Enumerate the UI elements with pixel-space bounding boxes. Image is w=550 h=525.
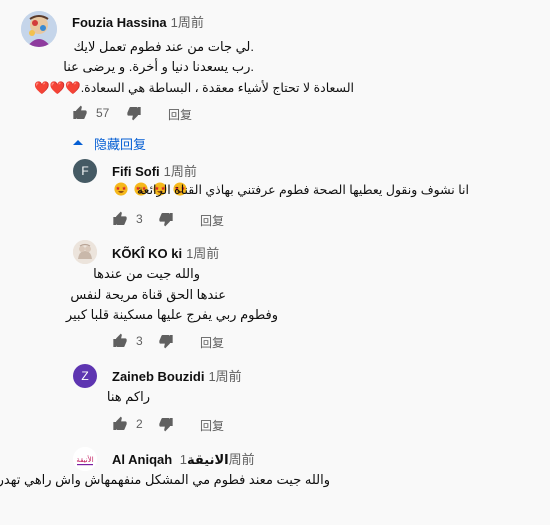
thumb-down-icon[interactable] (158, 333, 174, 349)
comment-text-line: والله جيت معند فطوم مي المشكل منفهمهاش و… (0, 472, 330, 487)
author-name[interactable]: Zaineb Bouzidi (112, 369, 204, 384)
comment-header: KÕKÎ KO ki 1周前 (112, 243, 219, 262)
comment-text-line: والله جيت من عندها (93, 266, 200, 281)
avatar-image (21, 11, 57, 47)
comment-time[interactable]: 1周前 (208, 369, 241, 384)
author-name[interactable]: Fifi Sofi (112, 164, 160, 179)
avatar-letter: Z (81, 369, 89, 383)
comment-header: Zaineb Bouzidi 1周前 (112, 366, 242, 385)
comment-actions: 2 回复 (112, 415, 312, 435)
avatar-logo-text: الأنيقة (76, 455, 93, 464)
avatar[interactable]: Z (73, 364, 97, 388)
comments-section: Fouzia Hassina 1周前 .لي جات من عند فطوم تع… (0, 0, 550, 525)
comment-header: Al Aniqah الانيقة1周前 (112, 449, 255, 468)
comment-text-line: انا نشوف ونقول يعطيها الصحة فطوم عرفتني … (136, 183, 469, 197)
comment-header: Fouzia Hassina 1周前 (72, 12, 204, 31)
avatar-logo: الأنيقة (73, 447, 97, 471)
avatar[interactable]: F (73, 159, 97, 183)
thumb-down-icon[interactable] (158, 416, 174, 432)
thumb-up-icon[interactable] (72, 105, 88, 121)
avatar-image (73, 240, 97, 264)
reply-button[interactable]: 回复 (168, 106, 192, 123)
comment-text-line: السعادة لا تحتاج لأشياء معقدة ، البساطة … (34, 81, 354, 95)
comment-text-line: راكم هنا (106, 389, 150, 404)
reply-button[interactable]: 回复 (200, 334, 224, 351)
comment-actions: 3 回复 (112, 332, 312, 352)
comment-time[interactable]: 1周前 (186, 246, 219, 261)
author-name[interactable]: Al Aniqah الانيقة (112, 452, 229, 467)
comment-text-line: .رب يسعدنا دنيا و أخرة. و يرضى عنا (63, 59, 254, 74)
comment-time[interactable]: 1周前 (164, 164, 197, 179)
avatar[interactable]: الأنيقة (73, 447, 97, 471)
comment-actions: 3 回复 (112, 210, 312, 230)
avatar-letter: F (81, 164, 89, 178)
reply-button[interactable]: 回复 (200, 212, 224, 229)
comment-text-line: .لي جات من عند فطوم تعمل لايك (73, 39, 254, 54)
thumb-up-icon[interactable] (112, 416, 128, 432)
comment-text-line: وفطوم ربي يفرج عليها مسكينة قلبا كبير (65, 307, 278, 322)
author-name[interactable]: Fouzia Hassina (72, 15, 167, 30)
caret-up-icon (73, 140, 83, 145)
comment-text-line: عندها الحق قناة مريحة لنفس (70, 287, 226, 302)
comment-header: Fifi Sofi 1周前 (112, 161, 197, 180)
thumb-down-icon[interactable] (158, 211, 174, 227)
like-count: 3 (136, 334, 143, 348)
thumb-up-icon[interactable] (112, 333, 128, 349)
avatar[interactable] (73, 240, 97, 264)
like-count: 3 (136, 212, 143, 226)
thumb-down-icon[interactable] (126, 105, 142, 121)
comment-actions: 57 回复 (72, 104, 272, 124)
like-count: 2 (136, 417, 143, 431)
author-name[interactable]: KÕKÎ KO ki (112, 246, 182, 261)
avatar[interactable] (21, 11, 57, 47)
star-struck-emoji-icon (114, 182, 128, 196)
like-count: 57 (96, 106, 110, 120)
reply-button[interactable]: 回复 (200, 417, 224, 434)
thumb-up-icon[interactable] (112, 211, 128, 227)
comment-time[interactable]: 1周前 (171, 15, 204, 30)
hide-replies-label: 隐藏回复 (94, 137, 147, 152)
